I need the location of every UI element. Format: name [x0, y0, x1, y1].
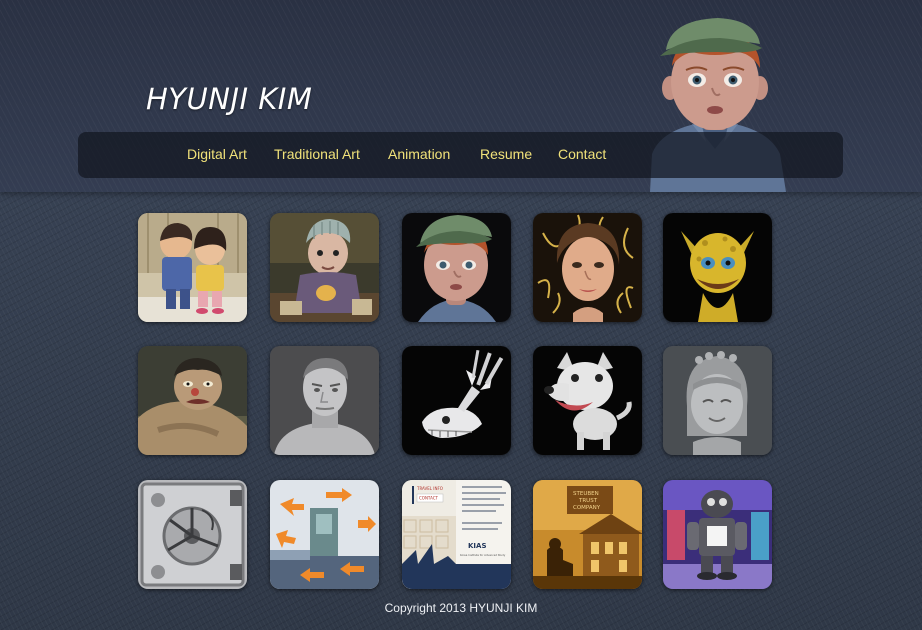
thumb-white-dog[interactable]: [533, 346, 642, 455]
thumb-zombie-man[interactable]: [138, 346, 247, 455]
site-title[interactable]: HYUNJI KIM: [146, 82, 312, 116]
steuben-sign-line3: COMPANY: [573, 505, 601, 511]
thumb-two-kids[interactable]: [138, 213, 247, 322]
thumb-old-woman[interactable]: [270, 213, 379, 322]
site-header: HYUNJI KIM Digital Art Traditional Art A…: [0, 0, 922, 192]
brochure-kias-logo: KIAS: [468, 542, 487, 550]
nav-animation[interactable]: Animation: [388, 146, 450, 162]
thumb-boy-cap[interactable]: [402, 213, 511, 322]
nav-traditional-art[interactable]: Traditional Art: [274, 146, 360, 162]
nav-resume[interactable]: Resume: [480, 146, 532, 162]
thumb-kias-brochure[interactable]: TRAVEL INFO CONTACT KIAS Korea Institute…: [402, 480, 511, 589]
thumb-sun-woman[interactable]: [533, 213, 642, 322]
thumb-grey-girl-face[interactable]: [663, 346, 772, 455]
brochure-kias-fullname: Korea Institute for Advanced Study: [460, 553, 506, 557]
thumb-grey-man-bust[interactable]: [270, 346, 379, 455]
steuben-sign-line2: TRUST: [578, 498, 598, 504]
thumb-dino-skeleton[interactable]: [402, 346, 511, 455]
thumb-steuben-trust[interactable]: STEUBEN TRUST COMPANY: [533, 480, 642, 589]
steuben-sign-line1: STEUBEN: [573, 491, 599, 497]
thumb-room-arrows[interactable]: [270, 480, 379, 589]
nav-digital-art[interactable]: Digital Art: [187, 146, 247, 162]
brochure-travel-info: TRAVEL INFO: [416, 486, 443, 491]
main-nav: Digital Art Traditional Art Animation Re…: [78, 132, 843, 178]
thumb-yellow-alien[interactable]: [663, 213, 772, 322]
brochure-contact: CONTACT: [419, 496, 439, 501]
thumb-robot-toy[interactable]: [663, 480, 772, 589]
thumb-vault-door[interactable]: [138, 480, 247, 589]
nav-contact[interactable]: Contact: [558, 146, 606, 162]
footer-copyright: Copyright 2013 HYUNJI KIM: [384, 601, 538, 615]
